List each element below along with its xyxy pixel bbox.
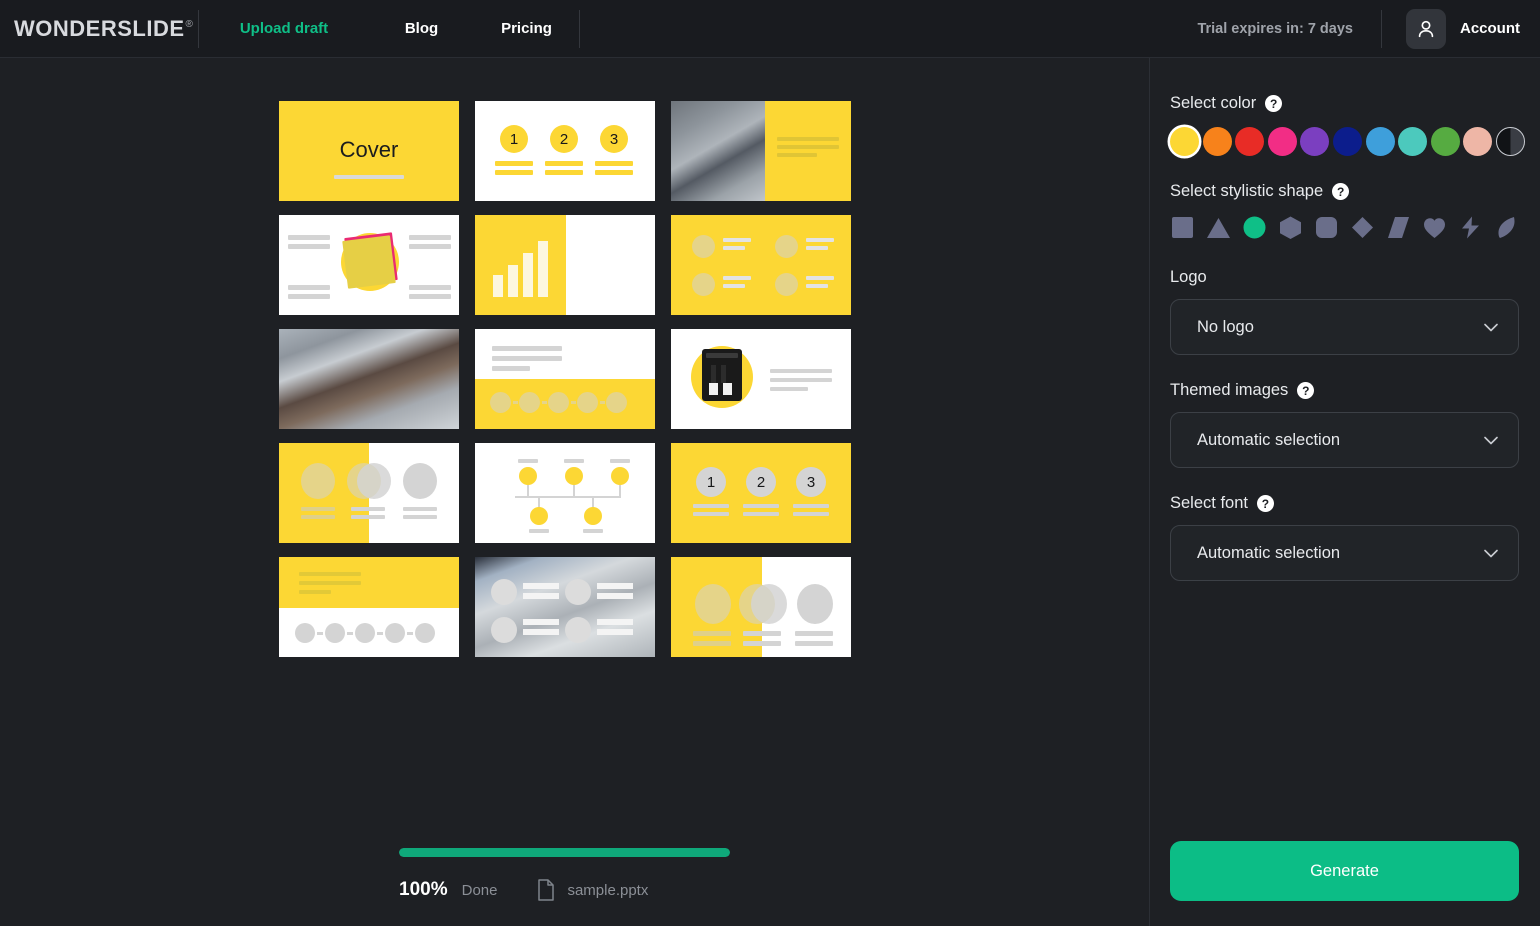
slide-thumbnail-numbered-cards[interactable]: 1 2 3 (671, 443, 851, 543)
number-badge: 1 (696, 467, 726, 497)
nav-item-blog[interactable]: Blog (405, 20, 438, 37)
color-swatch-red[interactable] (1235, 127, 1265, 156)
number-badge: 3 (600, 125, 628, 153)
number-badge: 3 (796, 467, 826, 497)
select-font-section-label: Select font ? (1170, 494, 1519, 513)
document-icon (537, 879, 555, 901)
shape-option-triangle[interactable] (1206, 215, 1231, 240)
shape-option-rounded-square[interactable] (1314, 215, 1339, 240)
logo-section-label: Logo (1170, 268, 1519, 287)
cover-title: Cover (339, 137, 399, 162)
logo-selected-value: No logo (1197, 317, 1254, 336)
uploaded-filename: sample.pptx (567, 881, 649, 899)
slide-thumbnail-cover[interactable]: Cover (279, 101, 459, 201)
select-shape-label: Select stylistic shape (1170, 182, 1324, 200)
slide-thumbnail-three-avatar[interactable] (279, 443, 459, 543)
header-divider-right (1381, 9, 1382, 48)
brand-logo[interactable]: WONDERSLIDE ® (0, 15, 198, 41)
slide-thumbnail-photo-overlay-list[interactable] (475, 557, 655, 657)
slide-thumbnail-org-tree[interactable] (475, 443, 655, 543)
help-icon[interactable]: ? (1256, 495, 1274, 512)
brand-name: WONDERSLIDE (14, 15, 185, 41)
account-label[interactable]: Account (1460, 20, 1520, 37)
shape-option-square[interactable] (1170, 215, 1195, 240)
shape-option-lightning-bolt[interactable] (1458, 215, 1483, 240)
chevron-down-icon (1484, 436, 1498, 444)
nav-item-upload-draft[interactable]: Upload draft (240, 20, 328, 37)
slide-thumbnail-bar-chart[interactable] (475, 215, 655, 315)
color-swatch-purple[interactable] (1300, 127, 1330, 156)
logo-label: Logo (1170, 268, 1207, 286)
user-icon (1418, 20, 1434, 37)
generate-button[interactable]: Generate (1170, 841, 1519, 901)
select-shape-section-label: Select stylistic shape ? (1170, 182, 1519, 201)
color-swatch-navy[interactable] (1332, 127, 1362, 156)
nav-item-pricing[interactable]: Pricing (501, 20, 552, 37)
body-wrapper: Cover 1 2 3 1 2 3 100% Done sample.pptx … (0, 58, 1540, 926)
settings-sidebar: Select color ? Select stylistic shape ? … (1150, 58, 1539, 926)
progress-status: Done (461, 881, 498, 899)
chevron-down-icon (1484, 549, 1498, 557)
main-nav: Upload draft Blog Pricing (199, 20, 579, 37)
trial-status: Trial expires in: 7 days (1197, 20, 1353, 37)
header-divider-nav (579, 9, 580, 48)
app-header: WONDERSLIDE ® Upload draft Blog Pricing … (0, 0, 1540, 58)
font-selected-value: Automatic selection (1197, 543, 1341, 562)
slide-grid: Cover 1 2 3 1 2 3 (279, 101, 851, 657)
upload-progress: 100% Done sample.pptx (399, 848, 739, 901)
color-swatch-orange[interactable] (1202, 127, 1232, 156)
progress-fill (399, 848, 730, 857)
avatar[interactable] (1406, 8, 1446, 49)
help-icon[interactable]: ? (1297, 382, 1315, 399)
themed-images-select[interactable]: Automatic selection (1170, 412, 1519, 468)
shape-option-diamond[interactable] (1350, 215, 1375, 240)
slide-thumbnail-three-avatar-split[interactable] (671, 557, 851, 657)
select-color-section-label: Select color ? (1170, 94, 1519, 113)
slide-preview-area: Cover 1 2 3 1 2 3 100% Done sample.pptx (0, 58, 1150, 926)
color-swatch-yellow[interactable] (1170, 127, 1199, 156)
slide-thumbnail-center-image-two-column[interactable] (279, 215, 459, 315)
shape-picker-row (1170, 215, 1519, 240)
select-font-label: Select font (1170, 494, 1248, 512)
brand-registered-mark: ® (185, 18, 193, 30)
color-swatch-teal[interactable] (1398, 127, 1428, 156)
number-badge: 1 (500, 125, 528, 153)
progress-meta: 100% Done sample.pptx (399, 879, 739, 901)
color-swatch-custom[interactable] (1495, 127, 1525, 156)
help-icon[interactable]: ? (1332, 183, 1350, 200)
color-swatch-blue[interactable] (1365, 127, 1395, 156)
logo-select[interactable]: No logo (1170, 299, 1519, 355)
slide-thumbnail-timeline-dots[interactable] (475, 329, 655, 429)
slide-photo (671, 101, 765, 201)
color-swatch-blush[interactable] (1463, 127, 1493, 156)
help-icon[interactable]: ? (1265, 95, 1283, 112)
chevron-down-icon (1484, 323, 1498, 331)
slide-photo (279, 329, 459, 429)
slide-thumbnail-photo-right-text[interactable] (671, 101, 851, 201)
font-select[interactable]: Automatic selection (1170, 525, 1519, 581)
shape-option-leaf[interactable] (1494, 215, 1519, 240)
shape-option-hexagon[interactable] (1278, 215, 1303, 240)
slide-thumbnail-product-image[interactable] (671, 329, 851, 429)
progress-percent: 100% (399, 879, 448, 900)
themed-images-label: Themed images (1170, 381, 1289, 399)
slide-thumbnail-full-photo[interactable] (279, 329, 459, 429)
themed-images-selected-value: Automatic selection (1197, 430, 1341, 449)
color-swatch-green[interactable] (1430, 127, 1460, 156)
color-swatch-row (1170, 127, 1525, 156)
color-swatch-pink[interactable] (1267, 127, 1297, 156)
select-color-label: Select color (1170, 94, 1257, 112)
slide-thumbnail-four-icon-grid[interactable] (671, 215, 851, 315)
shape-option-heart[interactable] (1422, 215, 1447, 240)
header-right-group: Trial expires in: 7 days Account (1197, 8, 1540, 49)
slide-thumbnail-numbered-list[interactable]: 1 2 3 (475, 101, 655, 201)
shape-option-parallelogram[interactable] (1386, 215, 1411, 240)
themed-images-section-label: Themed images ? (1170, 381, 1519, 400)
number-badge: 2 (550, 125, 578, 153)
progress-track (399, 848, 730, 857)
slide-thumbnail-header-timeline[interactable] (279, 557, 459, 657)
number-badge: 2 (746, 467, 776, 497)
shape-option-circle[interactable] (1242, 215, 1267, 240)
